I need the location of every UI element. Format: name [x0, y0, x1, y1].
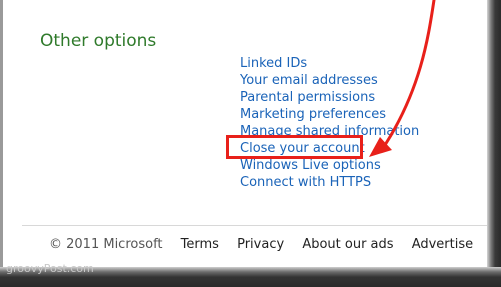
- link-connect-https[interactable]: Connect with HTTPS: [240, 174, 419, 191]
- watermark: groovyPost.com: [6, 262, 94, 275]
- right-shadow-border: [487, 0, 501, 287]
- footer-link-advertise[interactable]: Advertise: [412, 237, 473, 252]
- link-email-addresses[interactable]: Your email addresses: [240, 72, 419, 89]
- section-title: Other options: [40, 31, 157, 51]
- options-list: Linked IDs Your email addresses Parental…: [240, 55, 419, 191]
- link-linked-ids[interactable]: Linked IDs: [240, 55, 419, 72]
- footer-link-privacy[interactable]: Privacy: [237, 237, 284, 252]
- footer-link-terms[interactable]: Terms: [181, 237, 219, 252]
- footer-link-about-ads[interactable]: About our ads: [302, 237, 393, 252]
- link-parental-permissions[interactable]: Parental permissions: [240, 89, 419, 106]
- link-windows-live-options[interactable]: Windows Live options: [240, 157, 419, 174]
- link-marketing-preferences[interactable]: Marketing preferences: [240, 106, 419, 123]
- highlight-box: [226, 135, 363, 159]
- screenshot-stage: Other options Linked IDs Your email addr…: [0, 0, 501, 287]
- footer-divider: [22, 225, 487, 226]
- left-border: [0, 0, 3, 287]
- footer: © 2011 Microsoft Terms Privacy About our…: [49, 237, 487, 252]
- footer-copyright: © 2011 Microsoft: [49, 237, 163, 252]
